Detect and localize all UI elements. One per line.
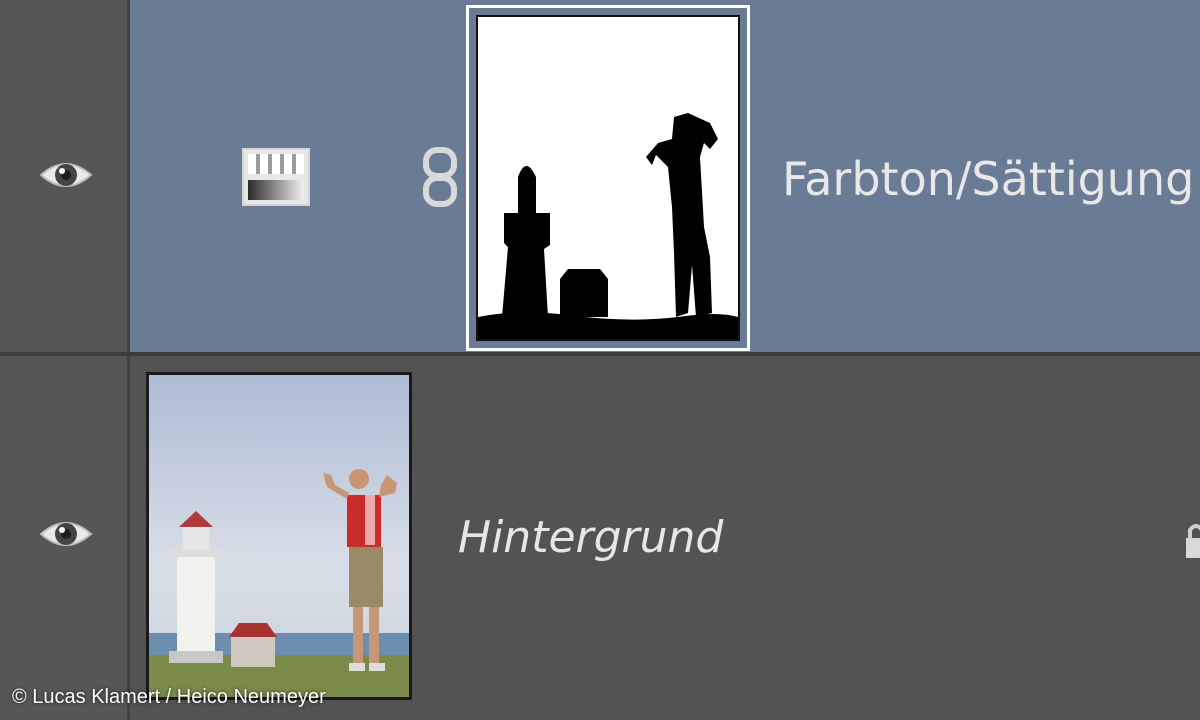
lock-icon xyxy=(1186,524,1200,558)
visibility-column xyxy=(0,356,130,720)
visibility-column xyxy=(0,0,130,354)
layer-name[interactable]: Hintergrund xyxy=(458,512,723,563)
eye-icon[interactable] xyxy=(38,155,94,195)
layer-thumbnail[interactable] xyxy=(146,372,412,700)
thumbnail-photo-lighthouse xyxy=(149,375,409,697)
layer-name[interactable]: Farbton/Sättigung xyxy=(782,152,1194,206)
mask-silhouette xyxy=(478,113,738,339)
layer-mask-thumbnail[interactable] xyxy=(466,5,750,351)
layer-row-hue-saturation[interactable]: Farbton/Sättigung xyxy=(0,0,1200,354)
eye-icon[interactable] xyxy=(38,514,94,554)
layer-row-background[interactable]: Hintergrund xyxy=(0,356,1200,720)
adjustment-icon[interactable] xyxy=(242,148,310,206)
link-icon[interactable] xyxy=(420,146,460,208)
copyright-credit: © Lucas Klamert / Heico Neumeyer xyxy=(12,686,326,708)
